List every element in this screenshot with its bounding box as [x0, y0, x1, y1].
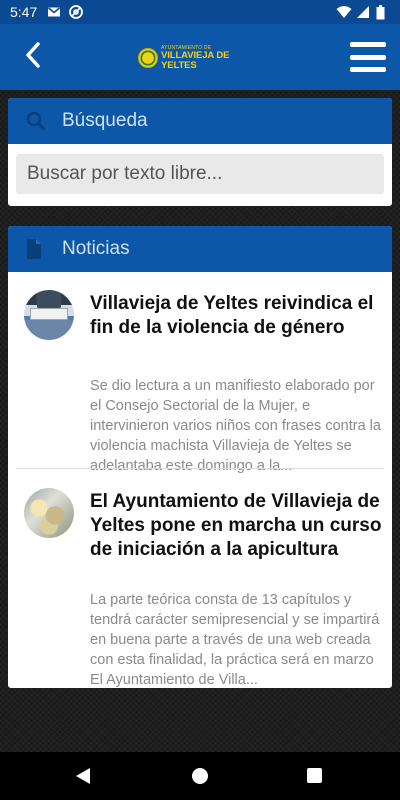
wifi-icon: [336, 5, 352, 19]
at-sign-icon: [69, 5, 84, 19]
news-thumbnail: [24, 290, 74, 340]
hamburger-menu-icon[interactable]: [350, 40, 386, 74]
search-card: Búsqueda: [8, 98, 392, 206]
ayuntamiento-logo: AYUNTAMIENTO DE VILLAVIEJA DE YELTES: [138, 46, 250, 70]
news-excerpt: Se dio lectura a un manifiesto elaborado…: [90, 378, 381, 474]
signal-icon: [356, 5, 370, 19]
news-header: Noticias: [8, 226, 392, 272]
status-time: 5:47: [10, 4, 38, 20]
coat-of-arms-icon: [138, 48, 158, 68]
document-icon: [26, 239, 46, 259]
status-bar: 5:47: [0, 0, 400, 24]
chevron-left-icon: [23, 41, 43, 74]
back-triangle-icon[interactable]: [76, 768, 90, 784]
news-thumbnail: [24, 488, 74, 538]
news-item[interactable]: El Ayuntamiento de Villavieja de Yeltes …: [8, 470, 392, 688]
news-title: Villavieja de Yeltes reivindica el fin d…: [90, 293, 374, 338]
back-button[interactable]: [18, 41, 48, 74]
logo-big-text: VILLAVIEJA DE YELTES: [161, 50, 230, 71]
news-card: Noticias Villavieja de Yeltes reivindica…: [8, 226, 392, 688]
system-nav-bar: [0, 752, 400, 800]
news-header-label: Noticias: [62, 238, 130, 259]
app-bar: AYUNTAMIENTO DE VILLAVIEJA DE YELTES: [0, 24, 400, 90]
news-excerpt: La parte teórica consta de 13 capítulos …: [90, 592, 380, 688]
search-icon: [26, 111, 46, 131]
news-item[interactable]: Villavieja de Yeltes reivindica el fin d…: [8, 272, 392, 474]
search-header: Búsqueda: [8, 98, 392, 144]
search-input[interactable]: [16, 154, 384, 194]
battery-icon: [376, 5, 390, 20]
divider: [16, 468, 384, 469]
recents-square-icon[interactable]: [307, 768, 322, 783]
search-header-label: Búsqueda: [62, 110, 148, 131]
news-title: El Ayuntamiento de Villavieja de Yeltes …: [90, 491, 382, 560]
gmail-icon: [47, 5, 61, 19]
home-circle-icon[interactable]: [192, 768, 208, 784]
